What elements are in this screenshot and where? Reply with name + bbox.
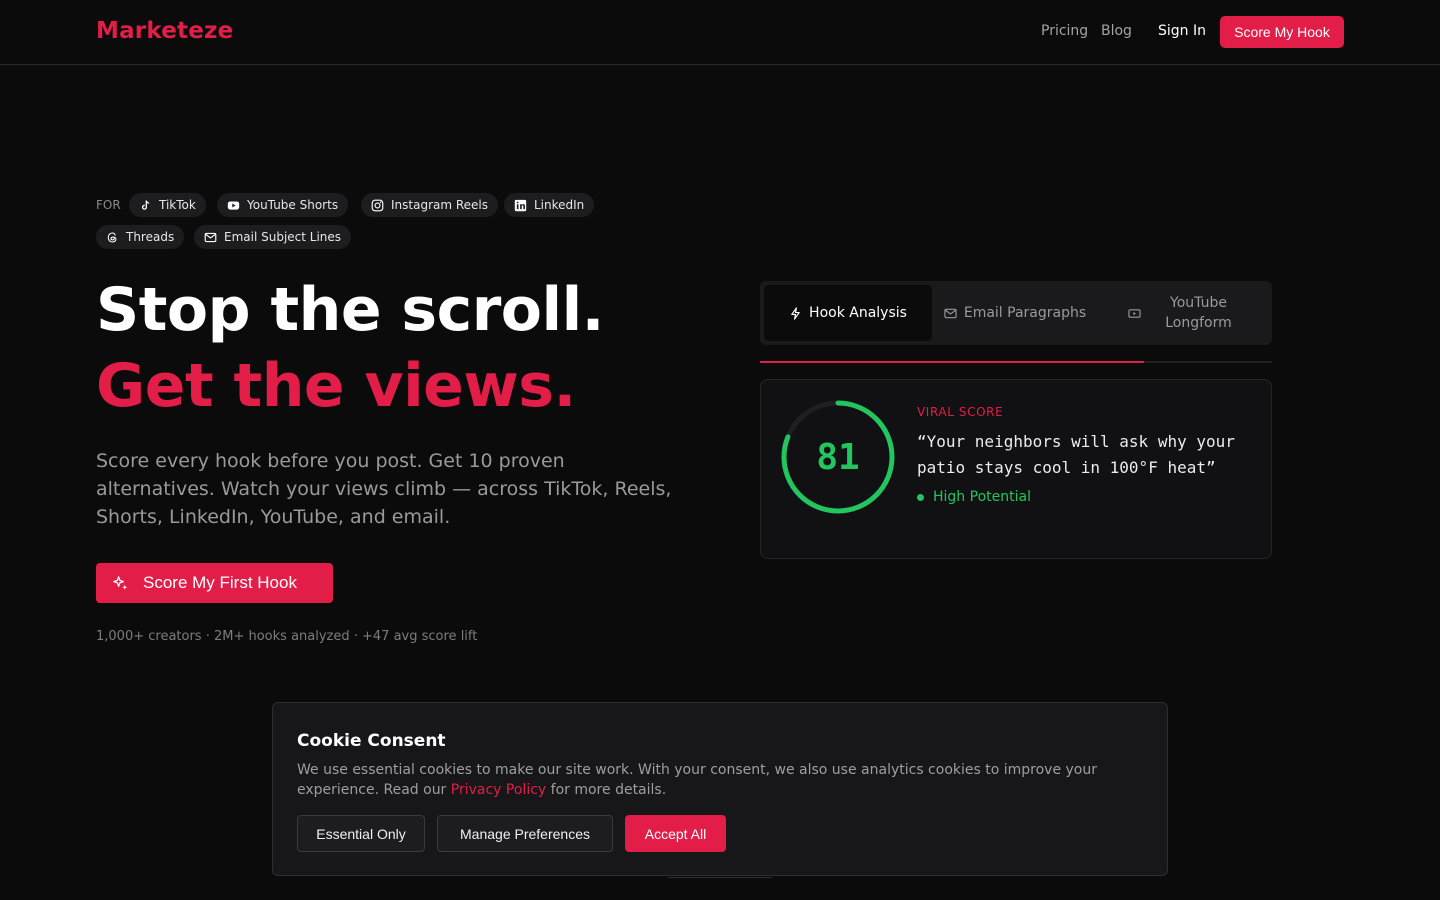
threads-icon: [107, 232, 117, 242]
status-dot: [917, 493, 924, 501]
mail-icon: [944, 308, 957, 318]
social-proof-stats: 1,000+ creators · 2M+ hooks analyzed · +…: [96, 629, 478, 644]
mail-icon: [204, 232, 217, 242]
platform-chip-email-subject-lines: Email Subject Lines: [194, 225, 352, 249]
privacy-policy-link[interactable]: Privacy Policy: [451, 782, 546, 798]
tab-hook-analysis[interactable]: Hook Analysis: [764, 285, 932, 341]
cookie-consent-title: Cookie Consent: [297, 731, 446, 751]
score-my-first-hook-button[interactable]: Score My First Hook: [96, 563, 333, 603]
cookie-consent-banner: Cookie Consent We use essential cookies …: [272, 702, 1168, 876]
platforms-label: FOR: [96, 198, 121, 212]
platform-chip-youtube-shorts: YouTube Shorts: [217, 193, 349, 217]
carousel-progress: [760, 361, 1272, 363]
viral-score-label: VIRAL SCORE: [917, 405, 1004, 419]
carousel-progress-fill: [760, 361, 1144, 363]
platform-chip-label: YouTube Shorts: [247, 198, 339, 212]
linkedin-icon: [514, 199, 527, 211]
instagram-icon: [371, 199, 384, 211]
video-icon: [1127, 308, 1141, 318]
score-my-hook-button[interactable]: Score My Hook: [1220, 16, 1344, 48]
cookie-text-before: We use essential cookies to make our sit…: [297, 762, 1098, 798]
platform-chip-label: Threads: [126, 230, 175, 244]
nav-pricing-link[interactable]: Pricing: [1041, 23, 1088, 39]
manage-preferences-button[interactable]: Manage Preferences: [437, 815, 613, 852]
cookie-consent-text: We use essential cookies to make our sit…: [297, 760, 1147, 800]
hero-title-main: Stop the scroll.: [96, 275, 604, 345]
platform-chip-label: TikTok: [159, 198, 196, 212]
platform-chip-linkedin: LinkedIn: [504, 193, 595, 217]
hero-title: Stop the scroll. Get the views.: [96, 272, 716, 424]
tab-label: Email Paragraphs: [963, 305, 1087, 321]
platform-chip-threads: Threads: [96, 225, 185, 249]
tiktok-icon: [141, 199, 150, 210]
youtube-icon: [227, 200, 240, 210]
platform-chip-tiktok: TikTok: [129, 193, 206, 217]
tab-label: Hook Analysis: [809, 305, 907, 321]
platform-chip-label: Instagram Reels: [391, 198, 489, 212]
platform-chip-label: LinkedIn: [534, 198, 585, 212]
viral-score-value: 81: [816, 436, 860, 478]
hook-quote: “Your neighbors will ask why your patio …: [917, 432, 1235, 477]
hero-subtitle: Score every hook before you post. Get 10…: [96, 450, 672, 528]
demo-tabs: Hook Analysis Email Paragraphs YouTube L…: [760, 281, 1272, 345]
platform-chip-label: Email Subject Lines: [224, 230, 342, 244]
platform-chip-instagram-reels: Instagram Reels: [361, 193, 499, 217]
bolt-icon: [791, 306, 800, 320]
nav-blog-link[interactable]: Blog: [1101, 23, 1132, 39]
essential-only-button[interactable]: Essential Only: [297, 815, 425, 852]
site-header: Marketeze Pricing Blog Sign In Score My …: [0, 0, 1440, 65]
tab-email-paragraphs[interactable]: Email Paragraphs: [932, 285, 1098, 341]
sign-in-link[interactable]: Sign In: [1158, 23, 1206, 39]
potential-status: High Potential: [917, 489, 1031, 505]
accept-all-button[interactable]: Accept All: [625, 815, 726, 852]
hidden-element-edge: [668, 876, 772, 878]
potential-status-label: High Potential: [933, 489, 1031, 505]
tab-youtube-longform[interactable]: YouTube Longform: [1098, 285, 1268, 341]
sparkles-icon: [113, 575, 128, 590]
logo[interactable]: Marketeze: [96, 18, 233, 44]
hero-title-accent: Get the views.: [96, 351, 576, 421]
hero-cta-label: Score My First Hook: [143, 573, 297, 592]
score-card: 81 VIRAL SCORE “Your neighbors will ask …: [760, 379, 1272, 559]
tab-label: YouTube Longform: [1165, 295, 1232, 331]
cookie-text-after: for more details.: [546, 782, 667, 798]
